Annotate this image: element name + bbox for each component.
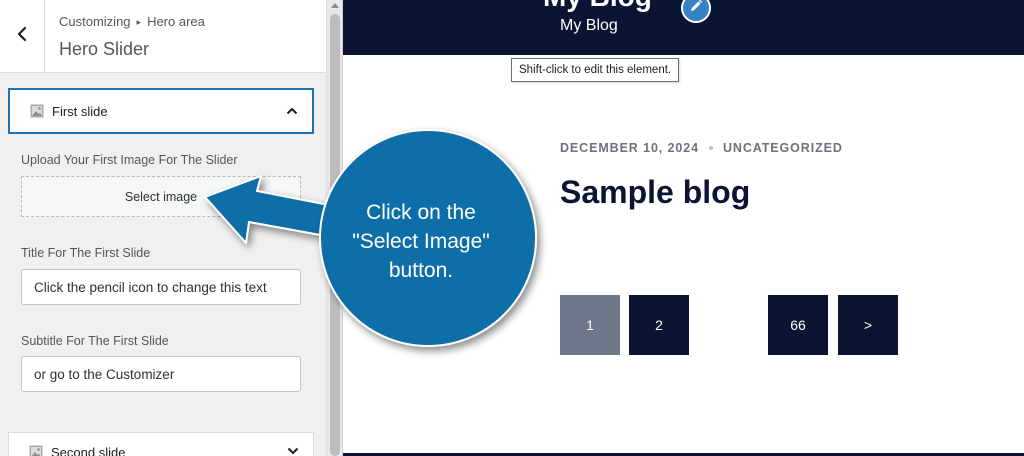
section-label: First slide (52, 103, 108, 119)
section-second-slide[interactable]: Second slide (8, 432, 314, 456)
slide-subtitle-input[interactable] (21, 356, 301, 392)
page-number-66[interactable]: 66 (768, 295, 828, 355)
chevron-down-icon (287, 447, 299, 455)
chevron-left-icon (16, 26, 28, 47)
page-next-button[interactable]: > (838, 295, 898, 355)
post-title[interactable]: Sample blog (560, 174, 750, 211)
breadcrumb-parent: Customizing (59, 14, 131, 29)
callout-text: Click on the "Select Image" button. (337, 198, 505, 285)
slide-subtitle-label: Subtitle For The First Slide (21, 334, 169, 348)
page-number-1: 1 (560, 295, 620, 355)
post-meta: DECEMBER 10, 2024 UNCATEGORIZED (560, 141, 843, 155)
breadcrumb-separator: ▸ (136, 17, 142, 27)
callout-line-1: Click on the (366, 201, 476, 224)
image-icon (30, 104, 44, 118)
page-number-2[interactable]: 2 (629, 295, 689, 355)
slide-title-label: Title For The First Slide (21, 246, 151, 260)
edit-pencil-button[interactable] (681, 0, 711, 23)
meta-separator-dot (708, 146, 713, 150)
customizer-sidebar: Customizing ▸ Hero area Hero Slider First … (0, 0, 327, 456)
image-icon (29, 445, 43, 456)
pencil-icon (689, 0, 703, 18)
customizer-header: Customizing ▸ Hero area Hero Slider (0, 0, 326, 73)
slide-title-input[interactable] (21, 269, 301, 305)
callout-line-2: "Select Image" (352, 230, 490, 253)
select-image-button[interactable]: Select image (21, 176, 301, 217)
back-button[interactable] (0, 0, 45, 73)
breadcrumb-current: Hero area (147, 14, 205, 29)
post-category[interactable]: UNCATEGORIZED (723, 141, 843, 155)
scroll-up-arrow-icon[interactable] (331, 3, 339, 8)
chevron-up-icon (286, 107, 298, 115)
panel-title: Hero Slider (59, 39, 150, 59)
site-header: My Blog My Blog (343, 0, 1024, 55)
upload-image-label: Upload Your First Image For The Slider (21, 153, 238, 167)
edit-tooltip: Shift-click to edit this element. (511, 58, 680, 82)
site-tagline: My Blog (560, 17, 618, 34)
post-date[interactable]: DECEMBER 10, 2024 (560, 141, 699, 155)
section-label: Second slide (51, 444, 126, 456)
section-first-slide[interactable]: First slide (8, 88, 314, 134)
callout-line-3: button. (388, 259, 454, 282)
breadcrumb: Customizing ▸ Hero area (59, 14, 205, 29)
site-title[interactable]: My Blog (543, 0, 652, 13)
